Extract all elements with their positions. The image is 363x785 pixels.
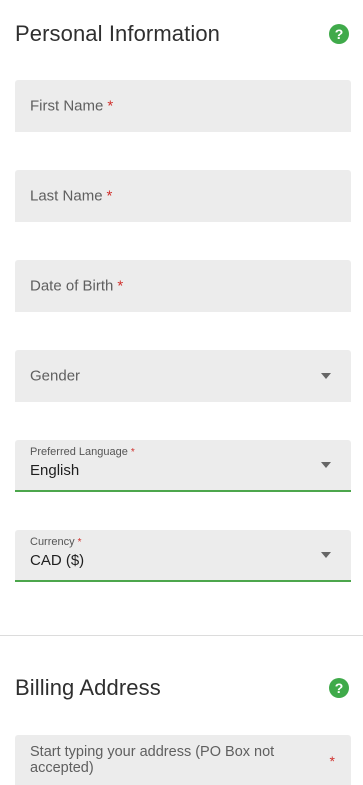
personal-info-title: Personal Information bbox=[15, 21, 220, 46]
chevron-down-icon bbox=[321, 462, 331, 468]
required-asterisk: * bbox=[117, 277, 124, 295]
date-of-birth-placeholder: Date of Birth * bbox=[30, 277, 124, 295]
billing-address-title: Billing Address bbox=[15, 675, 161, 700]
address-placeholder: Start typing your address (PO Box not ac… bbox=[30, 744, 275, 776]
required-asterisk: * bbox=[329, 753, 335, 769]
gender-select[interactable]: Gender bbox=[15, 350, 351, 402]
date-of-birth-field[interactable]: Date of Birth * bbox=[15, 260, 351, 312]
required-asterisk: * bbox=[107, 97, 114, 115]
section-divider bbox=[0, 635, 363, 636]
question-mark-icon[interactable]: ? bbox=[329, 24, 349, 44]
gender-placeholder: Gender bbox=[30, 367, 81, 385]
address-input[interactable]: Start typing your address (PO Box not ac… bbox=[15, 735, 351, 785]
required-asterisk: * bbox=[130, 447, 135, 458]
billing-address-header: Billing Address ? bbox=[15, 672, 349, 704]
currency-value: CAD ($) bbox=[30, 552, 85, 569]
chevron-down-icon bbox=[321, 373, 331, 379]
first-name-field[interactable]: First Name * bbox=[15, 80, 351, 132]
currency-select[interactable]: Currency * CAD ($) bbox=[15, 530, 351, 582]
question-mark-icon[interactable]: ? bbox=[329, 678, 349, 698]
last-name-field[interactable]: Last Name * bbox=[15, 170, 351, 222]
required-asterisk: * bbox=[106, 187, 113, 205]
preferred-language-label: Preferred Language * bbox=[30, 446, 135, 458]
chevron-down-icon bbox=[321, 552, 331, 558]
required-asterisk: * bbox=[77, 537, 82, 548]
preferred-language-value: English bbox=[30, 462, 80, 479]
registration-form: Personal Information ? First Name * Last … bbox=[0, 0, 363, 785]
preferred-language-select[interactable]: Preferred Language * English bbox=[15, 440, 351, 492]
last-name-placeholder: Last Name * bbox=[30, 187, 113, 205]
personal-info-header: Personal Information ? bbox=[15, 18, 349, 50]
first-name-placeholder: First Name * bbox=[30, 97, 114, 115]
currency-label: Currency * bbox=[30, 536, 82, 548]
